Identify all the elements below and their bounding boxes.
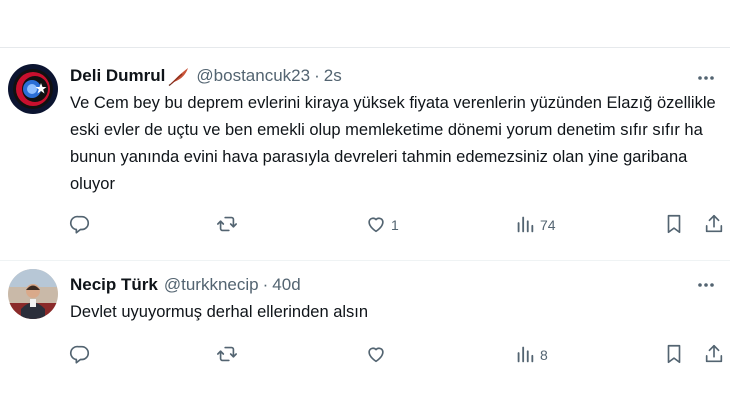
tweet[interactable]: Necip Türk @turkknecip · 40d Devlet uyuy… [0, 261, 730, 420]
views-button[interactable]: 74 [514, 210, 556, 240]
timestamp[interactable]: 2s [324, 66, 342, 86]
like-button[interactable]: 1 [365, 210, 399, 240]
share-icon [703, 343, 725, 368]
tweet-header: Deli Dumrul @bostancuk23 · 2s [70, 64, 342, 88]
display-name[interactable]: Necip Türk [70, 275, 158, 295]
separator-dot: · [262, 275, 269, 294]
retweet-button[interactable] [216, 210, 238, 240]
tweet-text: Ve Cem bey bu deprem evlerini kiraya yük… [70, 94, 716, 193]
avatar[interactable] [8, 269, 58, 319]
more-icon[interactable] [696, 275, 716, 295]
timestamp[interactable]: 40d [272, 275, 300, 295]
action-bar: 8 [0, 340, 730, 370]
retweet-icon [216, 343, 238, 368]
share-button[interactable] [703, 340, 725, 370]
bookmark-icon [663, 343, 685, 368]
heart-icon [365, 213, 387, 238]
user-handle[interactable]: @turkknecip [164, 275, 259, 295]
user-handle[interactable]: @bostancuk23 [196, 66, 310, 86]
views-count: 74 [540, 217, 556, 233]
reply-icon [69, 343, 91, 368]
retweet-button[interactable] [216, 340, 238, 370]
heart-icon [365, 343, 387, 368]
share-icon [703, 213, 725, 238]
share-button[interactable] [703, 210, 725, 240]
display-name[interactable]: Deli Dumrul [70, 66, 165, 86]
bookmark-icon [663, 213, 685, 238]
views-icon [514, 343, 536, 368]
views-icon [514, 213, 536, 238]
tweet-text: Devlet uyuyormuş derhal ellerinden alsın [70, 303, 369, 321]
views-count: 8 [540, 347, 548, 363]
like-button[interactable] [365, 340, 391, 370]
tweet-header: Necip Türk @turkknecip · 40d [70, 273, 301, 297]
feather-icon [168, 66, 190, 87]
bookmark-button[interactable] [663, 340, 685, 370]
retweet-icon [216, 213, 238, 238]
separator-dot: · [314, 66, 320, 85]
reply-button[interactable] [69, 340, 91, 370]
like-count: 1 [391, 217, 399, 233]
reply-icon [69, 213, 91, 238]
reply-button[interactable] [69, 210, 91, 240]
more-icon[interactable] [696, 68, 716, 88]
avatar[interactable] [8, 64, 58, 114]
bookmark-button[interactable] [663, 210, 685, 240]
action-bar: 1 74 [0, 210, 730, 240]
tweet[interactable]: Deli Dumrul @bostancuk23 · 2s Ve Cem bey… [0, 48, 730, 260]
views-button[interactable]: 8 [514, 340, 548, 370]
